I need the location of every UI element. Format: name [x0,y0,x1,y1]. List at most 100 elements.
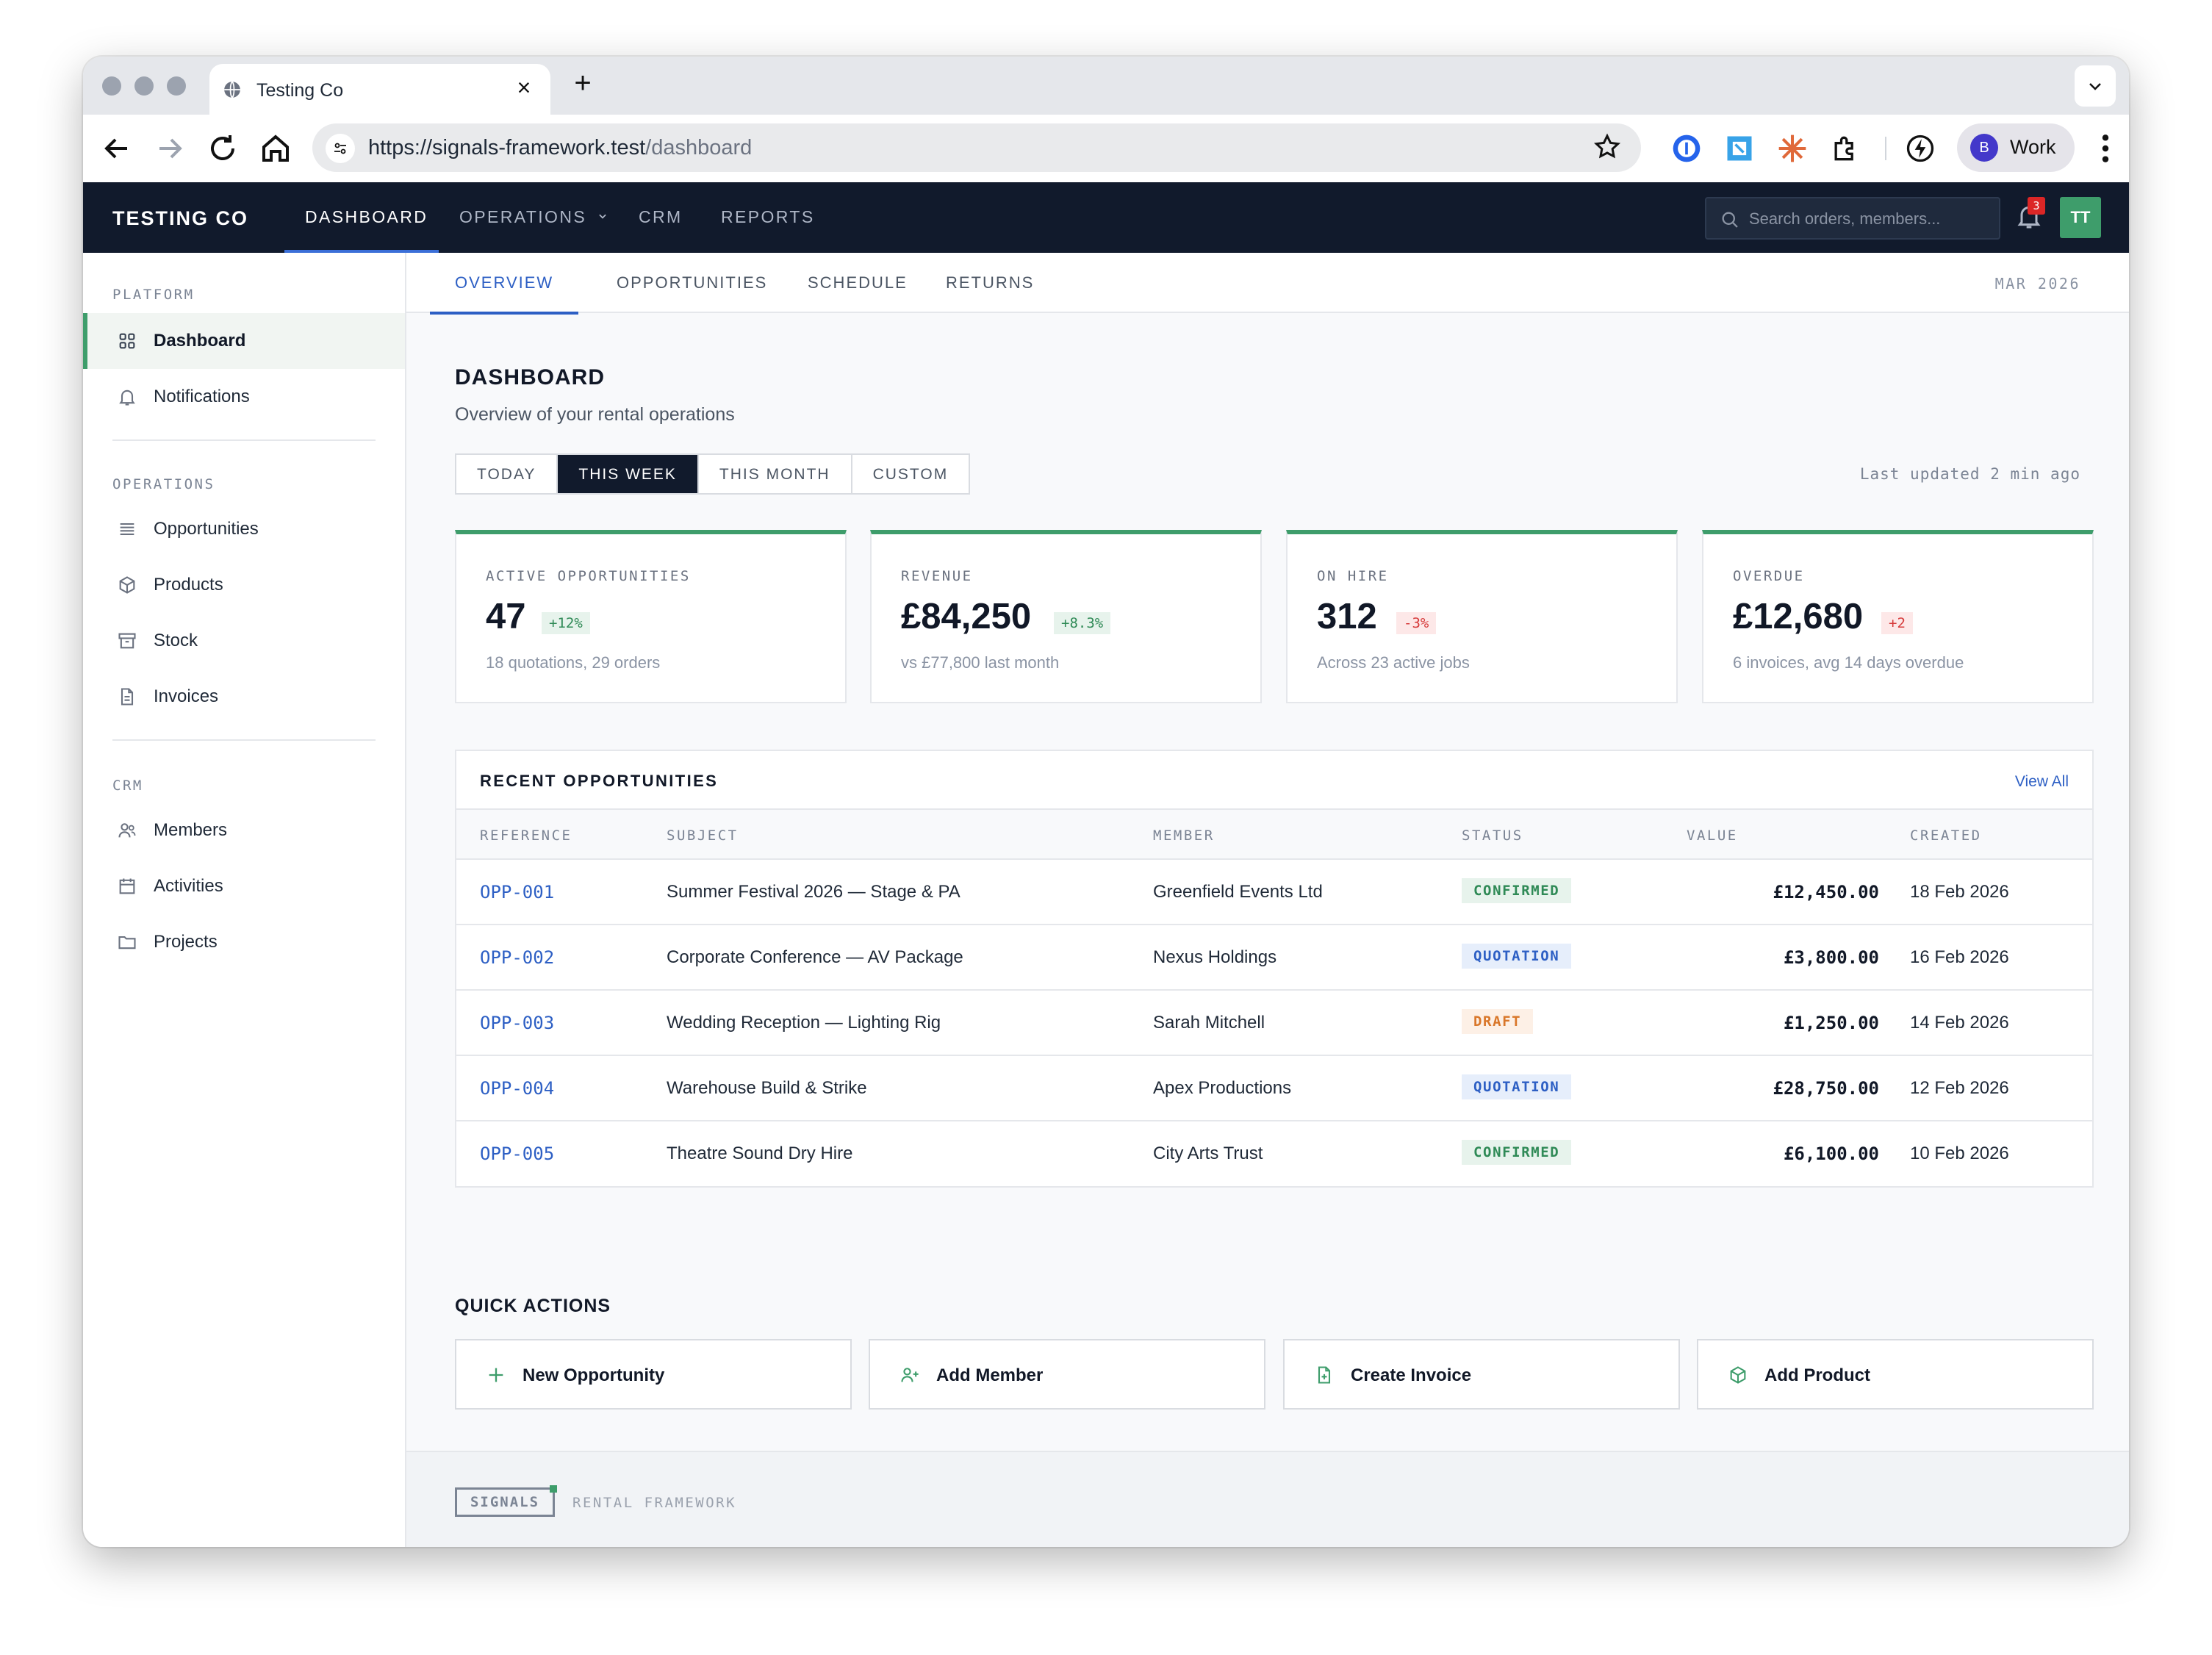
view-all-link[interactable]: View All [2015,773,2069,791]
row-subject: Warehouse Build & Strike [667,1078,867,1098]
tab-opportunities[interactable]: OPPORTUNITIES [617,253,767,313]
kpi-delta-badge: -3% [1396,612,1437,634]
status-badge: DRAFT [1462,1009,1534,1034]
add-member-button[interactable]: Add Member [869,1339,1265,1410]
create-invoice-button[interactable]: Create Invoice [1283,1339,1680,1410]
file-plus-icon [1318,1366,1331,1384]
search-input[interactable] [1749,207,1992,231]
row-reference-link[interactable]: OPP-002 [480,947,554,968]
add-product-button[interactable]: Add Product [1697,1339,2094,1410]
column-header-subject[interactable]: SUBJECT [667,828,739,844]
sidebar-item-notifications[interactable]: Notifications [83,369,405,425]
sidebar-item-label: Projects [154,932,218,952]
sidebar-item-invoices[interactable]: Invoices [83,669,405,725]
kpi-card-overdue[interactable]: OVERDUE £12,680 +2 6 invoices, avg 14 da… [1702,530,2094,703]
user-avatar[interactable]: TT [2060,197,2101,238]
column-header-status[interactable]: STATUS [1462,828,1523,844]
kpi-value: £84,250 [901,597,1032,636]
kpi-card-revenue[interactable]: REVENUE £84,250 +8.3% vs £77,800 last mo… [870,530,1262,703]
global-search[interactable] [1705,197,2000,240]
panel-title: RECENT OPPORTUNITIES [480,772,719,790]
table-row[interactable]: OPP-004 Warehouse Build & Strike Apex Pr… [456,1056,2092,1121]
back-arrow-icon[interactable] [99,131,134,166]
chevron-down-icon [2089,83,2101,90]
sidebar-item-products[interactable]: Products [83,557,405,613]
sidebar-item-opportunities[interactable]: Opportunities [83,501,405,557]
window-zoom-dot[interactable] [167,76,186,96]
table-row[interactable]: OPP-001 Summer Festival 2026 — Stage & P… [456,860,2092,925]
tab-schedule[interactable]: SCHEDULE [808,253,908,313]
column-header-member[interactable]: MEMBER [1153,828,1215,844]
tab-overview[interactable]: OVERVIEW [430,253,579,315]
close-tab-icon[interactable]: × [511,74,537,101]
sidebar-divider [112,739,376,741]
sidebar-item-activities[interactable]: Activities [83,858,405,914]
cube-icon [1730,1366,1746,1384]
nav-dashboard-label: DASHBOARD [305,207,428,226]
tune-icon [334,143,346,154]
row-reference-link[interactable]: OPP-003 [480,1013,554,1033]
window-close-dot[interactable] [102,76,121,96]
sidebar-item-label: Members [154,820,228,840]
site-settings-button[interactable] [326,134,355,163]
table-header: REFERENCE SUBJECT MEMBER STATUS VALUE CR… [456,808,2092,860]
more-vertical-icon[interactable] [2101,132,2110,165]
forward-arrow-icon[interactable] [152,131,187,166]
nav-dashboard[interactable]: DASHBOARD [284,182,439,253]
row-reference-link[interactable]: OPP-001 [480,882,554,902]
puzzle-extensions-icon[interactable] [1829,132,1861,165]
column-header-value[interactable]: VALUE [1687,828,1738,844]
reload-icon[interactable] [205,131,240,166]
kpi-note: 18 quotations, 29 orders [486,653,661,672]
home-icon[interactable] [258,131,293,166]
range-this-week[interactable]: THIS WEEK [556,455,697,493]
table-row[interactable]: OPP-002 Corporate Conference — AV Packag… [456,925,2092,991]
column-header-reference[interactable]: REFERENCE [480,828,572,844]
range-custom[interactable]: CUSTOM [850,455,969,493]
nav-crm[interactable]: CRM [639,182,683,253]
nav-reports[interactable]: REPORTS [721,182,815,253]
column-header-created[interactable]: CREATED [1910,828,1982,844]
row-reference-link[interactable]: OPP-005 [480,1144,554,1164]
row-subject: Summer Festival 2026 — Stage & PA [667,882,960,902]
users-icon [118,823,136,838]
profile-button[interactable]: B Work [1957,123,2075,172]
table-row[interactable]: OPP-005 Theatre Sound Dry Hire City Arts… [456,1121,2092,1187]
kpi-value: 47 [486,597,526,636]
range-today[interactable]: TODAY [456,455,556,493]
table-row[interactable]: OPP-003 Wedding Reception — Lighting Rig… [456,991,2092,1056]
address-bar[interactable]: https://signals-framework.test/dashboard [312,123,1641,172]
brand-logo[interactable]: TESTING CO [112,207,248,230]
row-member: Greenfield Events Ltd [1153,882,1323,902]
sidebar-item-projects[interactable]: Projects [83,914,405,970]
nav-reports-label: REPORTS [721,207,815,226]
kpi-card-on-hire[interactable]: ON HIRE 312 -3% Across 23 active jobs [1286,530,1678,703]
user-plus-icon [901,1368,919,1382]
tab-search-button[interactable] [2075,65,2116,107]
row-value: £1,250.00 [1783,1013,1879,1033]
date-range-selector: TODAY THIS WEEK THIS MONTH CUSTOM [455,453,971,495]
screenshot-extension-icon[interactable] [1723,132,1756,165]
sidebar-item-members[interactable]: Members [83,803,405,858]
kpi-card-active-opportunities[interactable]: ACTIVE OPPORTUNITIES 47 +12% 18 quotatio… [455,530,847,703]
new-opportunity-button[interactable]: New Opportunity [455,1339,852,1410]
nav-operations[interactable]: OPERATIONS [459,182,608,253]
kpi-label: OVERDUE [1733,568,1805,584]
row-created: 12 Feb 2026 [1910,1078,2009,1098]
bookmark-star-icon[interactable] [1592,132,1622,162]
sidebar-item-dashboard[interactable]: Dashboard [83,313,405,369]
password-manager-icon[interactable] [1670,132,1703,165]
tab-returns[interactable]: RETURNS [946,253,1034,313]
sparkle-extension-icon[interactable] [1776,132,1809,165]
range-this-month[interactable]: THIS MONTH [697,455,851,493]
performance-icon[interactable] [1904,132,1936,165]
row-reference-link[interactable]: OPP-004 [480,1078,554,1099]
calendar-icon [119,878,135,894]
sidebar-item-stock[interactable]: Stock [83,613,405,669]
row-member: Apex Productions [1153,1078,1292,1098]
window-minimize-dot[interactable] [134,76,154,96]
new-tab-button[interactable]: + [565,67,600,100]
page-title: DASHBOARD [455,365,605,389]
last-updated-text: Last updated 2 min ago [1859,465,2080,483]
browser-tab[interactable]: Testing Co × [209,64,550,115]
